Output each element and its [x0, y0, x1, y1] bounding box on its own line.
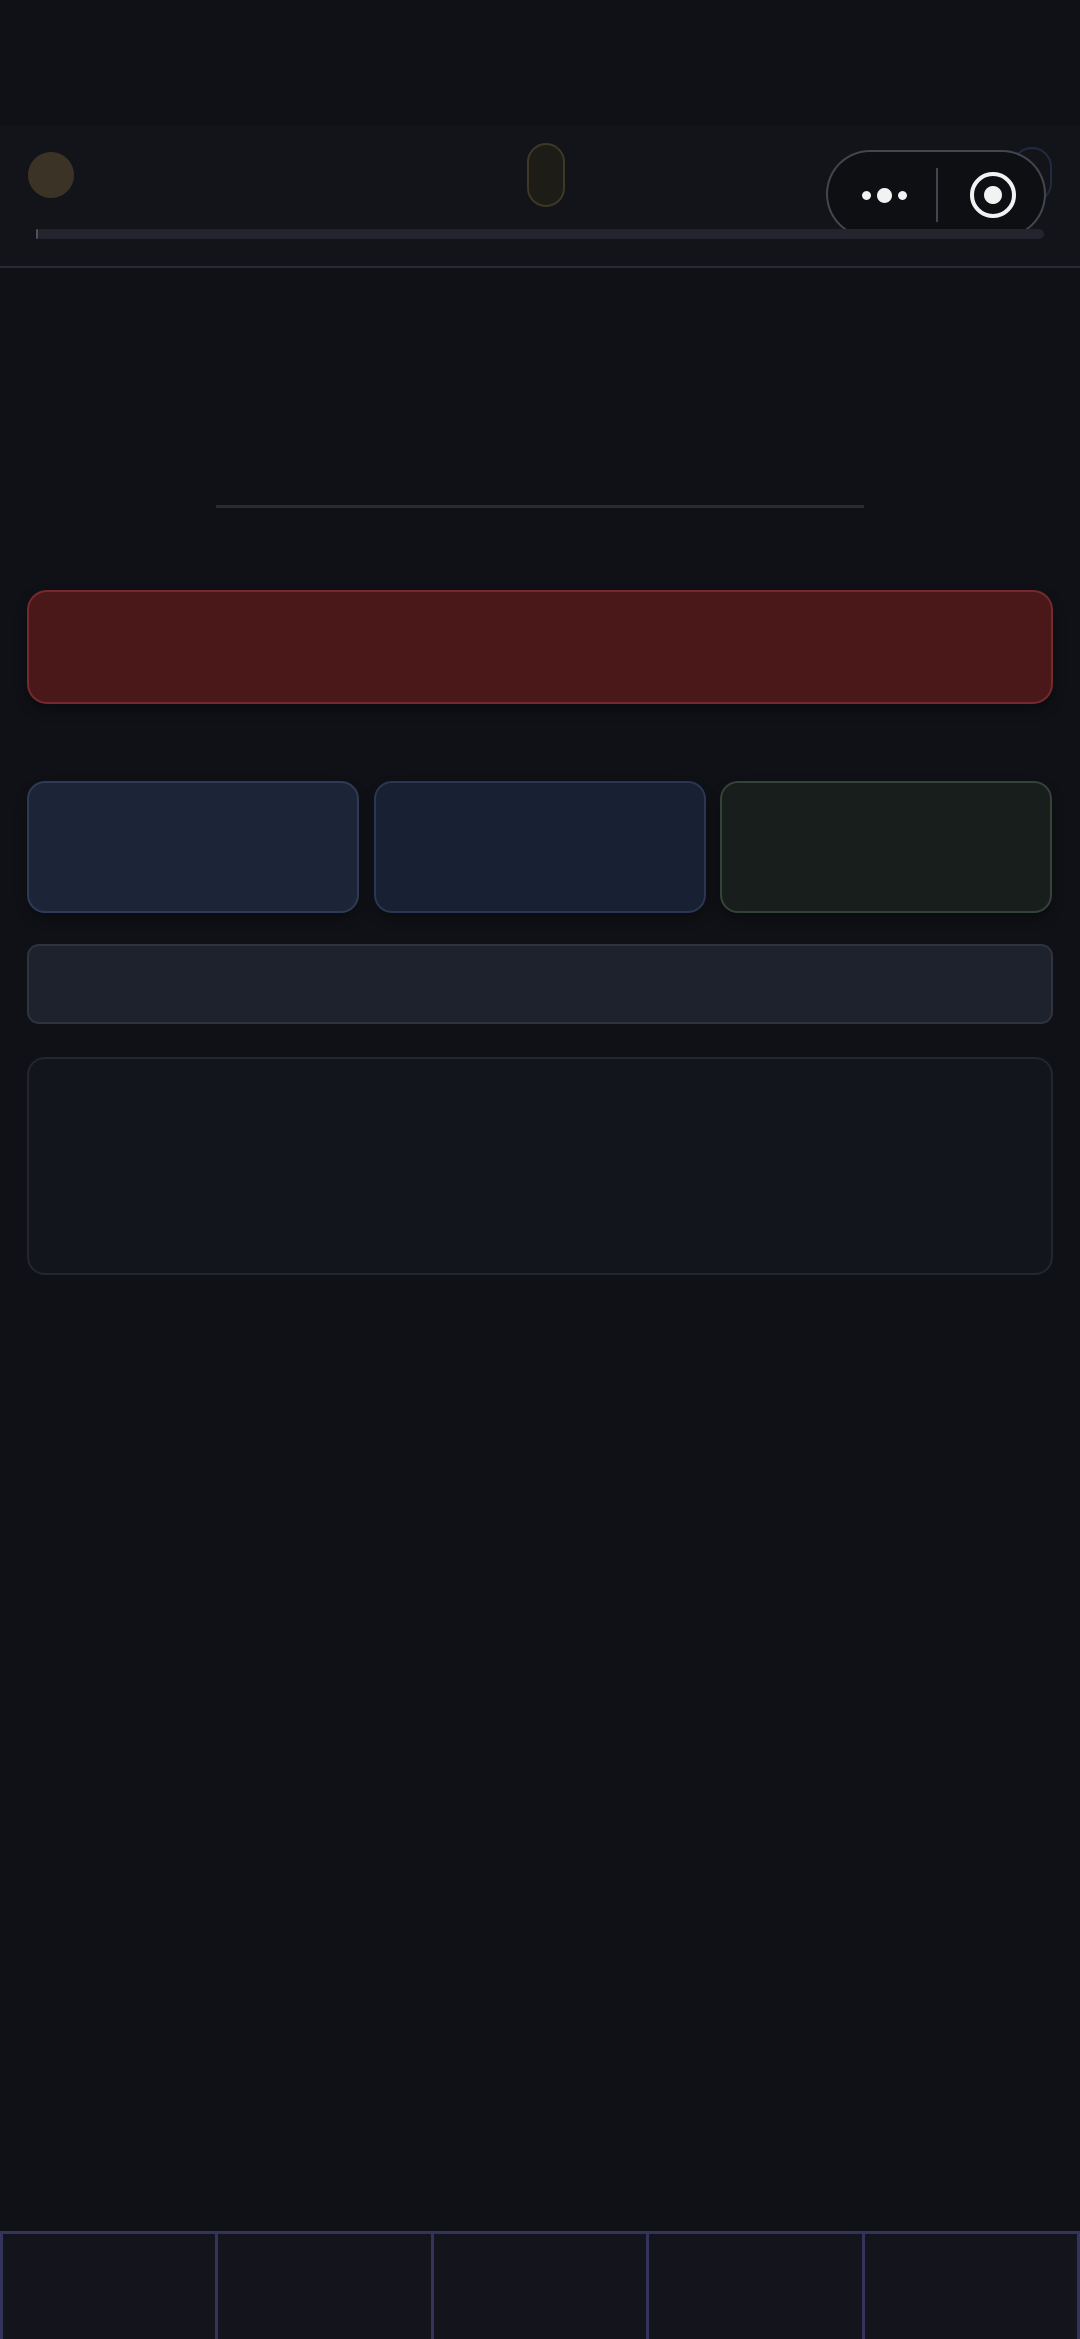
app-screen — [0, 0, 1080, 2339]
option-card-2[interactable] — [374, 781, 706, 913]
bottom-nav-item-4[interactable] — [646, 2234, 862, 2339]
more-dots-icon[interactable] — [858, 178, 910, 212]
avatar[interactable] — [28, 152, 74, 198]
center-pill-indicator — [527, 143, 565, 207]
close-target-icon[interactable] — [970, 172, 1016, 218]
bottom-nav-item-1[interactable] — [0, 2234, 216, 2339]
bottom-nav-item-3[interactable] — [430, 2234, 647, 2339]
close-target-inner — [984, 186, 1002, 204]
divider-rule — [216, 505, 864, 508]
content-panel — [27, 1057, 1053, 1275]
option-card-1[interactable] — [27, 781, 359, 913]
dot-large-icon — [876, 187, 892, 203]
info-bar[interactable] — [27, 944, 1053, 1024]
progress-bar — [36, 229, 1044, 239]
option-card-3[interactable] — [720, 781, 1052, 913]
capsule-divider — [936, 168, 938, 222]
bottom-nav — [0, 2231, 1080, 2339]
dot-small-icon — [861, 190, 871, 200]
mini-program-capsule — [826, 150, 1046, 238]
bottom-nav-item-5[interactable] — [861, 2234, 1080, 2339]
progress-fill — [36, 229, 38, 239]
status-bar — [0, 0, 1080, 126]
dot-small-icon — [897, 190, 907, 200]
bottom-nav-item-2[interactable] — [215, 2234, 431, 2339]
primary-action-button[interactable] — [27, 590, 1053, 704]
